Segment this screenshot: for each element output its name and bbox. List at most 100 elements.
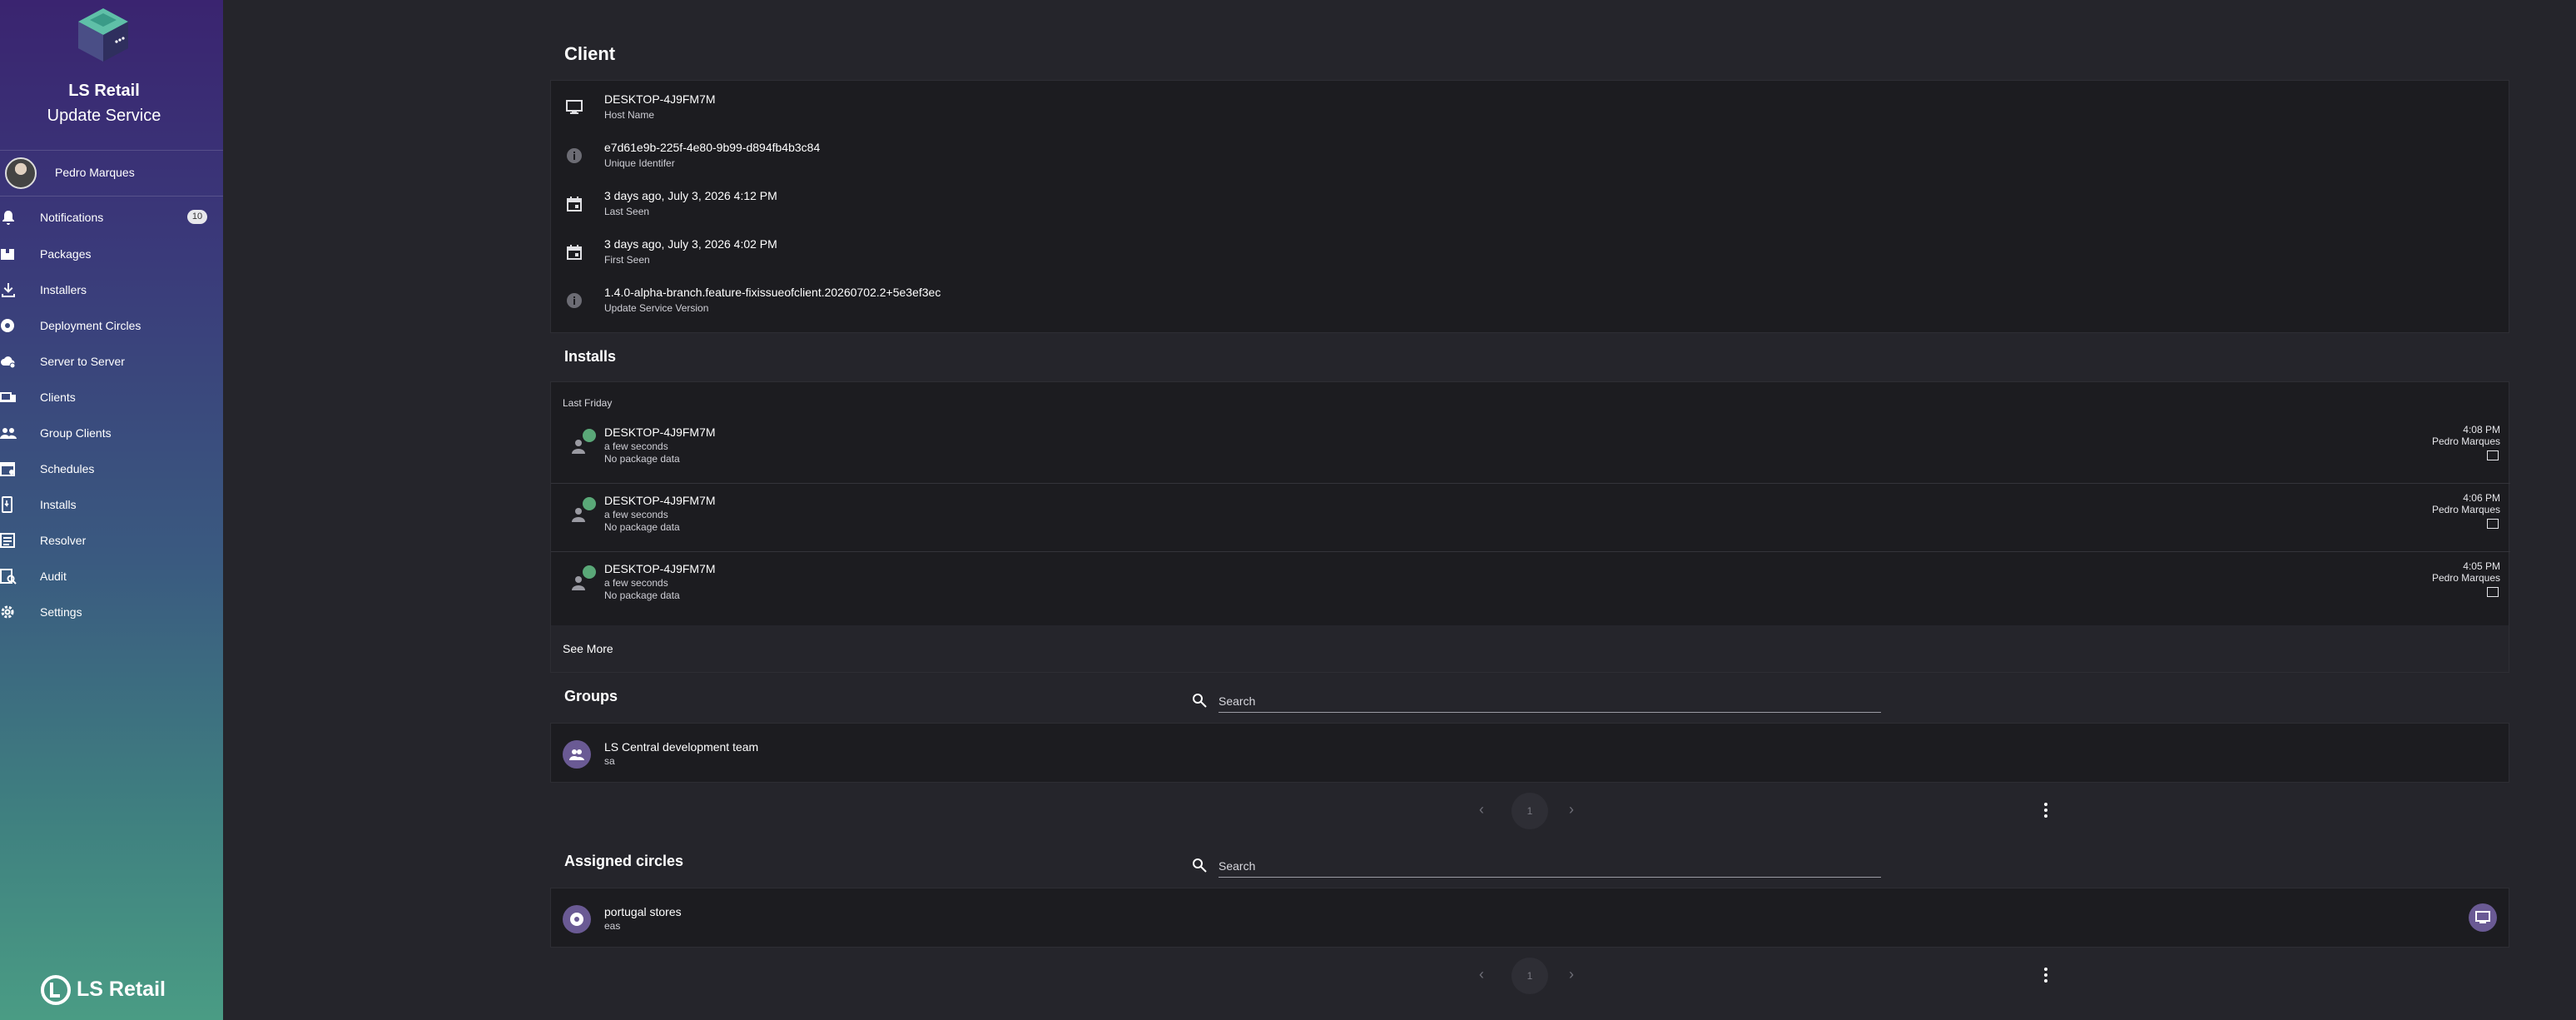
- sidebar-item-resolver[interactable]: Resolver: [0, 524, 223, 557]
- circles-pagination: ‹ 1 ›: [1473, 958, 1848, 994]
- unique-identifier-label: Unique Identifer: [604, 157, 675, 169]
- service-version-label: Update Service Version: [604, 302, 709, 314]
- install-detail: No package data: [604, 521, 680, 533]
- sidebar-item-installs[interactable]: Installs: [0, 488, 223, 521]
- circles-search: [1192, 853, 1891, 881]
- info-icon: [567, 148, 582, 163]
- circle-icon: [1, 319, 14, 332]
- circle-avatar: [563, 905, 591, 933]
- brand-subtitle: Update Service: [47, 107, 161, 125]
- install-duration: a few seconds: [604, 509, 668, 520]
- sidebar-item-settings[interactable]: Settings: [0, 595, 223, 629]
- more-options-icon[interactable]: [2037, 800, 2054, 820]
- user-profile[interactable]: Pedro Marques: [0, 150, 223, 197]
- last-seen-row: 3 days ago, July 3, 2026 4:12 PM Last Se…: [551, 177, 2509, 226]
- circle-icon: [570, 913, 583, 926]
- window-icon: [2487, 519, 2499, 529]
- footer-logo-text: LS Retail: [77, 978, 166, 1001]
- install-duration: a few seconds: [604, 577, 668, 589]
- install-host: DESKTOP-4J9FM7M: [604, 562, 716, 575]
- groups-search-input[interactable]: [1219, 689, 1881, 713]
- previous-page-button[interactable]: ‹: [1473, 801, 1490, 818]
- group-icon: [0, 428, 17, 439]
- group-icon: [569, 749, 584, 760]
- sidebar-item-label: Audit: [40, 570, 67, 583]
- circle-subtitle: eas: [604, 920, 621, 932]
- first-seen-value: 3 days ago, July 3, 2026 4:02 PM: [604, 237, 777, 251]
- installs-section-title: Installs: [564, 348, 617, 365]
- unique-identifier-row: e7d61e9b-225f-4e80-9b99-d894fb4b3c84 Uni…: [551, 129, 2509, 177]
- sidebar-item-label: Clients: [40, 391, 76, 404]
- sidebar-item-label: Installers: [40, 283, 87, 296]
- circles-card: portugal stores eas: [550, 888, 2509, 948]
- install-user: Pedro Marques: [2431, 572, 2500, 584]
- previous-page-button[interactable]: ‹: [1473, 966, 1490, 983]
- sidebar-item-deployment-circles[interactable]: Deployment Circles: [0, 309, 223, 342]
- devices-icon: [0, 392, 16, 402]
- assign-client-button[interactable]: [2469, 903, 2497, 932]
- user-name: Pedro Marques: [55, 166, 135, 179]
- sidebar-item-schedules[interactable]: Schedules: [0, 452, 223, 485]
- page-number-button[interactable]: 1: [1511, 958, 1548, 994]
- window-icon: [2487, 450, 2499, 460]
- next-page-button[interactable]: ›: [1563, 966, 1580, 983]
- install-time: 4:08 PM: [2463, 424, 2500, 435]
- more-options-icon[interactable]: [2037, 965, 2054, 985]
- service-version-value: 1.4.0-alpha-branch.feature-fixissueofcli…: [604, 286, 941, 299]
- first-seen-row: 3 days ago, July 3, 2026 4:02 PM First S…: [551, 226, 2509, 274]
- sidebar-item-notifications[interactable]: Notifications 10: [0, 201, 223, 234]
- circle-list-item[interactable]: portugal stores eas: [551, 888, 2510, 947]
- avatar: [5, 157, 37, 189]
- page-number-button[interactable]: 1: [1511, 793, 1548, 829]
- first-seen-label: First Seen: [604, 254, 650, 266]
- group-name: LS Central development team: [604, 740, 759, 754]
- sidebar-item-server-to-server[interactable]: Server to Server: [0, 345, 223, 378]
- sidebar-item-label: Resolver: [40, 534, 87, 547]
- sidebar-item-packages[interactable]: Packages: [0, 237, 223, 271]
- install-time: 4:06 PM: [2463, 492, 2500, 504]
- phone-install-icon: [2, 496, 12, 513]
- sidebar-item-label: Schedules: [40, 462, 95, 475]
- sidebar-item-clients[interactable]: Clients: [0, 381, 223, 414]
- sidebar-item-label: Group Clients: [40, 426, 112, 440]
- next-page-button[interactable]: ›: [1563, 801, 1580, 818]
- install-list-item[interactable]: DESKTOP-4J9FM7M a few seconds No package…: [551, 485, 2510, 552]
- install-time: 4:05 PM: [2463, 560, 2500, 572]
- calendar-icon: [0, 462, 15, 476]
- group-avatar: [563, 740, 591, 769]
- package-icon: [1, 249, 14, 260]
- app-root: LS Retail Update Service Pedro Marques N…: [0, 0, 2576, 1020]
- circle-name: portugal stores: [604, 905, 682, 918]
- sidebar: LS Retail Update Service Pedro Marques N…: [0, 0, 223, 1020]
- sidebar-item-audit[interactable]: Audit: [0, 560, 223, 593]
- groups-search: [1192, 688, 1891, 716]
- circles-search-input[interactable]: [1219, 854, 1881, 878]
- host-name-row: DESKTOP-4J9FM7M Host Name: [551, 81, 2509, 129]
- gear-icon: [1, 605, 14, 619]
- client-section-title: Client: [564, 43, 616, 64]
- install-host: DESKTOP-4J9FM7M: [604, 425, 716, 439]
- see-more-bar: See More: [551, 625, 2509, 672]
- success-check-icon: [583, 565, 596, 579]
- see-more-link[interactable]: See More: [563, 642, 613, 655]
- group-list-item[interactable]: LS Central development team sa: [551, 724, 2510, 782]
- monitor-icon: [2475, 911, 2490, 923]
- cloud-sync-icon: [1, 356, 16, 369]
- sidebar-item-installers[interactable]: Installers: [0, 273, 223, 306]
- monitor-icon: [566, 100, 583, 114]
- install-user: Pedro Marques: [2431, 504, 2500, 515]
- window-icon: [2487, 587, 2499, 597]
- search-icon: [1193, 694, 1207, 708]
- host-name-label: Host Name: [604, 109, 655, 121]
- sidebar-item-label: Notifications: [40, 211, 104, 224]
- group-subtitle: sa: [604, 755, 615, 767]
- install-list-item[interactable]: DESKTOP-4J9FM7M a few seconds No package…: [551, 554, 2510, 620]
- install-list-item[interactable]: DESKTOP-4J9FM7M a few seconds No package…: [551, 417, 2510, 484]
- calendar-icon: [567, 197, 582, 211]
- install-host: DESKTOP-4J9FM7M: [604, 494, 716, 507]
- bell-icon: [2, 211, 14, 225]
- ls-logo-icon: [41, 975, 71, 1005]
- success-check-icon: [583, 497, 596, 510]
- sidebar-item-group-clients[interactable]: Group Clients: [0, 416, 223, 450]
- unique-identifier-value: e7d61e9b-225f-4e80-9b99-d894fb4b3c84: [604, 141, 821, 154]
